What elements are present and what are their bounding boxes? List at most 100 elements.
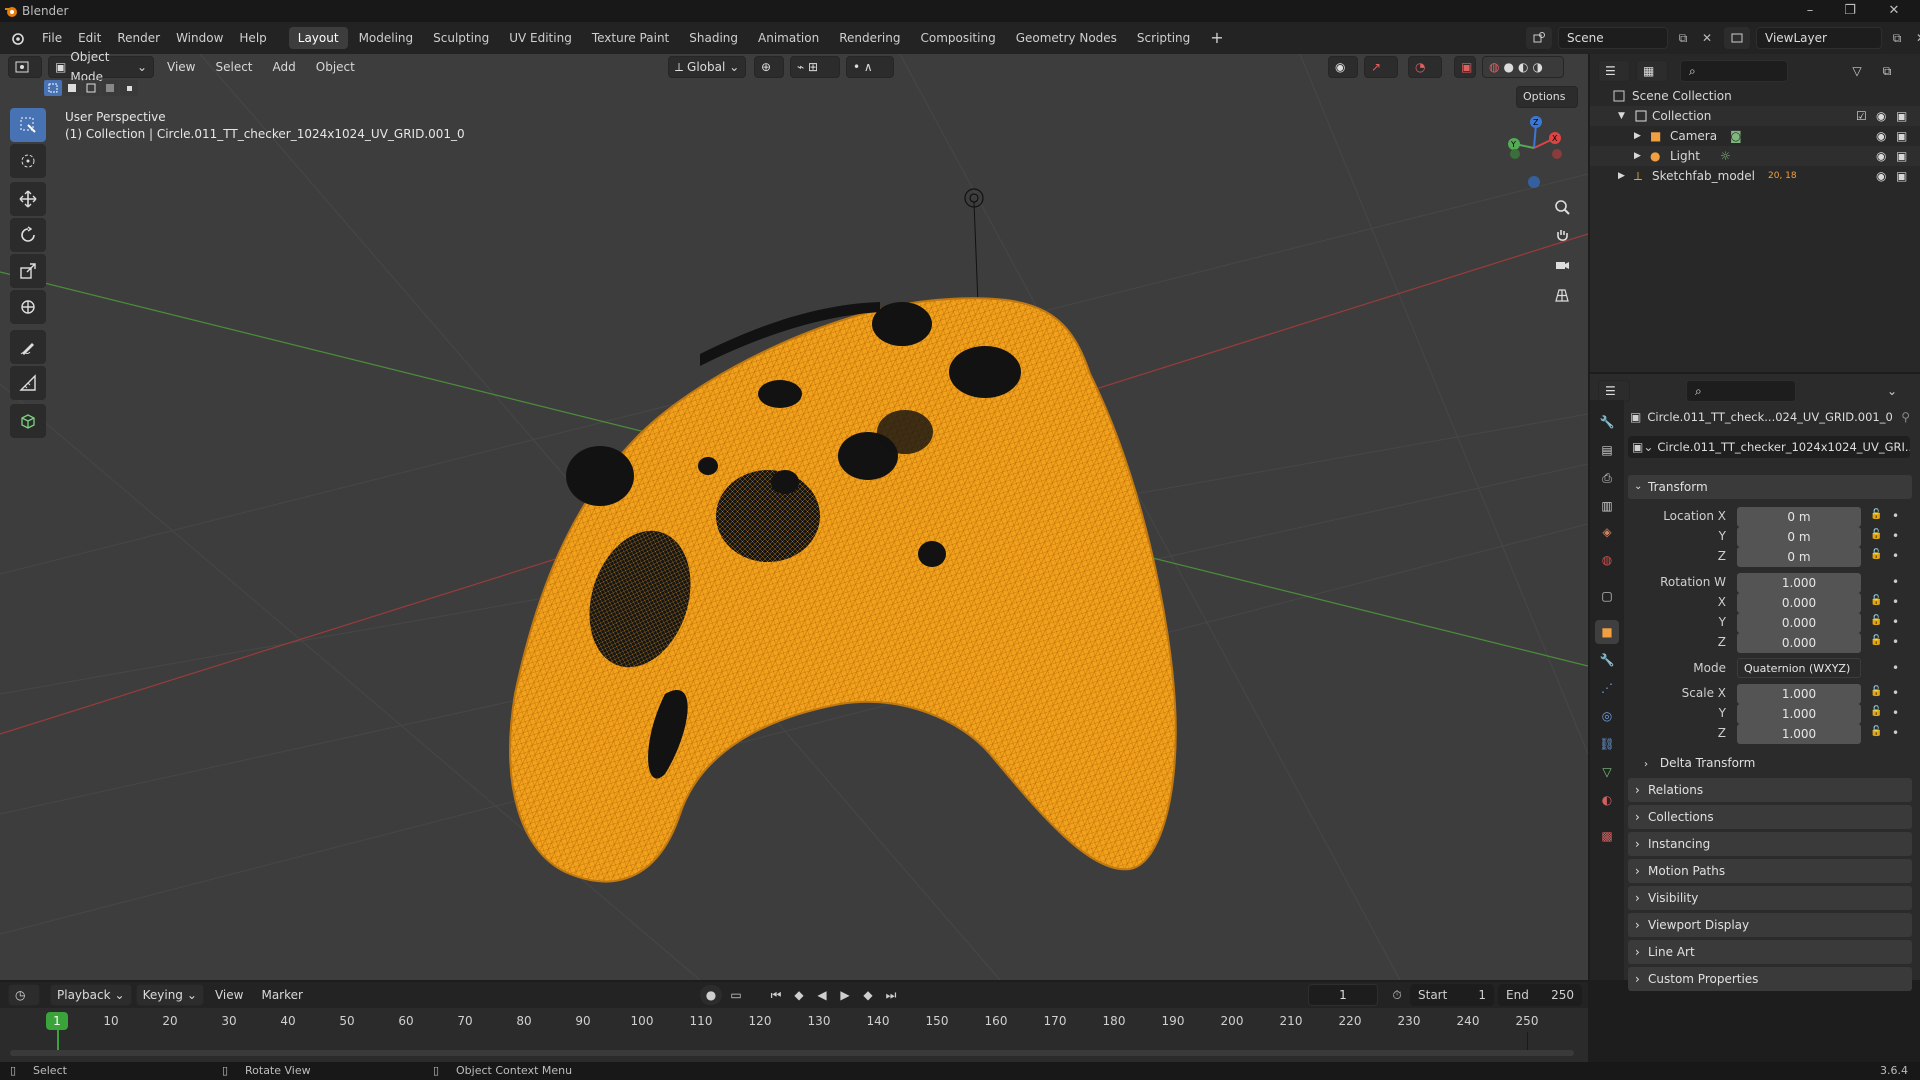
new-scene-icon[interactable]: ⧉: [1674, 31, 1692, 46]
tool-tab-icon[interactable]: 🔧: [1595, 410, 1619, 434]
tab-modeling[interactable]: Modeling: [350, 27, 423, 49]
keyframe-dot-icon[interactable]: •: [1892, 706, 1899, 720]
include-checkbox-icon[interactable]: ☑: [1856, 106, 1867, 126]
play-reverse-icon[interactable]: ◀: [812, 985, 832, 1005]
material-tab-icon[interactable]: ◐: [1595, 788, 1619, 812]
scale-z-field[interactable]: 1.000: [1737, 724, 1861, 744]
jump-start-icon[interactable]: ⏮: [766, 985, 786, 1005]
select-box-tool[interactable]: [10, 108, 46, 142]
new-view-layer-icon[interactable]: ⧉: [1888, 31, 1906, 46]
controller-model[interactable]: [509, 297, 1177, 883]
transform-tool[interactable]: [10, 290, 46, 324]
preview-range-icon[interactable]: ⏱: [1388, 986, 1406, 1004]
timeline-menu-marker[interactable]: Marker: [254, 988, 309, 1002]
gizmo-toggle[interactable]: ↗: [1364, 56, 1398, 78]
rotation-x-field[interactable]: 0.000: [1737, 593, 1861, 613]
properties-search-input[interactable]: ⌕: [1686, 380, 1796, 402]
keyframe-dot-icon[interactable]: •: [1892, 575, 1899, 589]
light-object[interactable]: [964, 188, 984, 305]
solid-shading-icon[interactable]: ●: [1503, 57, 1513, 77]
move-tool[interactable]: [10, 182, 46, 216]
visibility-panel-header[interactable]: › Visibility: [1628, 886, 1912, 910]
minimize-button[interactable]: –: [1790, 1, 1830, 21]
viewport-menu-view[interactable]: View: [160, 60, 202, 74]
select-subtract-icon[interactable]: [82, 80, 100, 96]
tab-uv-editing[interactable]: UV Editing: [500, 27, 581, 49]
outliner-row-camera[interactable]: ▶ ■ Camera ◙ ◉ ▣: [1590, 126, 1920, 146]
record-icon[interactable]: ●: [700, 985, 722, 1005]
eye-icon[interactable]: ◉: [1876, 146, 1886, 166]
scale-tool[interactable]: [10, 254, 46, 288]
select-new-icon[interactable]: [44, 80, 62, 96]
keyframe-dot-icon[interactable]: •: [1892, 549, 1899, 563]
outliner-editor-type-icon[interactable]: ☰: [1598, 60, 1630, 82]
lock-icon[interactable]: 🔓: [1870, 706, 1882, 717]
close-button[interactable]: ✕: [1874, 1, 1914, 21]
object-mode-dropdown[interactable]: ▣ Object Mode ⌄: [48, 50, 154, 84]
outliner-row-collection[interactable]: ▼ Collection ☑ ◉ ▣: [1590, 106, 1920, 126]
chevron-down-icon[interactable]: ⌄: [1882, 384, 1902, 398]
lock-icon[interactable]: 🔓: [1870, 509, 1882, 520]
properties-editor-type-icon[interactable]: ☰: [1598, 380, 1630, 402]
menu-window[interactable]: Window: [168, 22, 231, 54]
rotation-y-field[interactable]: 0.000: [1737, 613, 1861, 633]
scene-name-field[interactable]: Scene: [1558, 27, 1668, 49]
expand-arrow-icon[interactable]: ▶: [1618, 166, 1625, 186]
render-camera-icon[interactable]: ▣: [1896, 106, 1907, 126]
play-icon[interactable]: ▶: [835, 985, 855, 1005]
rotate-tool[interactable]: [10, 218, 46, 252]
viewport-canvas[interactable]: [0, 54, 1588, 980]
delete-view-layer-icon[interactable]: ✕: [1912, 31, 1920, 45]
select-extend-icon[interactable]: [63, 80, 81, 96]
proportional-editing-button[interactable]: • ∧: [846, 56, 894, 78]
viewport-display-panel-header[interactable]: › Viewport Display: [1628, 913, 1912, 937]
keyframe-dot-icon[interactable]: •: [1892, 726, 1899, 740]
location-y-field[interactable]: 0 m: [1737, 527, 1861, 547]
keyframe-dot-icon[interactable]: •: [1892, 686, 1899, 700]
expand-arrow-icon[interactable]: ▶: [1634, 146, 1641, 166]
snapping-button[interactable]: ⌁ ⊞: [790, 56, 840, 78]
transform-panel-header[interactable]: ⌄ Transform: [1628, 475, 1912, 499]
select-intersect-icon[interactable]: [120, 80, 138, 96]
end-frame-field[interactable]: End 250: [1498, 984, 1582, 1006]
tab-geometry-nodes[interactable]: Geometry Nodes: [1007, 27, 1126, 49]
keyframe-dot-icon[interactable]: •: [1892, 509, 1899, 523]
playhead-line[interactable]: [57, 1030, 59, 1052]
outliner-row-light[interactable]: ▶ ● Light ☼ ◉ ▣: [1590, 146, 1920, 166]
rotation-z-field[interactable]: 0.000: [1737, 633, 1861, 653]
scale-x-field[interactable]: 1.000: [1737, 684, 1861, 704]
keyframe-dot-icon[interactable]: •: [1892, 635, 1899, 649]
viewport-menu-add[interactable]: Add: [266, 60, 303, 74]
render-tab-icon[interactable]: ▤: [1595, 438, 1619, 462]
3d-viewport[interactable]: [0, 54, 1588, 980]
add-cube-tool[interactable]: [10, 404, 46, 438]
navigation-gizmo[interactable]: X Z Y: [1504, 110, 1570, 190]
render-camera-icon[interactable]: ▣: [1896, 166, 1907, 186]
lock-icon[interactable]: 🔓: [1870, 615, 1882, 626]
shading-modes[interactable]: ◍ ● ◐ ◑: [1482, 56, 1564, 78]
delta-transform-subpanel[interactable]: › Delta Transform: [1644, 756, 1755, 770]
editor-type-button[interactable]: [8, 56, 42, 78]
keyframe-dot-icon[interactable]: •: [1892, 661, 1899, 675]
tab-shading[interactable]: Shading: [680, 27, 747, 49]
tab-scripting[interactable]: Scripting: [1128, 27, 1199, 49]
tab-texture-paint[interactable]: Texture Paint: [583, 27, 678, 49]
cursor-tool[interactable]: [10, 144, 46, 178]
jump-end-icon[interactable]: ⏭: [881, 985, 901, 1005]
tab-layout[interactable]: Layout: [288, 27, 348, 49]
outliner-row-scene-collection[interactable]: Scene Collection: [1590, 86, 1920, 106]
add-workspace-button[interactable]: +: [1201, 27, 1232, 49]
xray-toggle[interactable]: ▣: [1454, 56, 1476, 78]
render-camera-icon[interactable]: ▣: [1896, 146, 1907, 166]
pan-hand-icon[interactable]: [1549, 222, 1575, 248]
timeline-editor-type-icon[interactable]: ◷: [8, 984, 40, 1006]
viewport-menu-select[interactable]: Select: [208, 60, 259, 74]
scale-y-field[interactable]: 1.000: [1737, 704, 1861, 724]
custom-properties-panel-header[interactable]: › Custom Properties: [1628, 967, 1912, 991]
timeline-scrollbar[interactable]: [10, 1050, 1574, 1056]
view-layer-name-field[interactable]: ViewLayer: [1756, 27, 1882, 49]
line-art-panel-header[interactable]: › Line Art: [1628, 940, 1912, 964]
playback-menu[interactable]: Playback ⌄: [50, 984, 132, 1006]
visibility-toggle[interactable]: ◉: [1328, 56, 1358, 78]
data-tab-icon[interactable]: ▽: [1595, 760, 1619, 784]
